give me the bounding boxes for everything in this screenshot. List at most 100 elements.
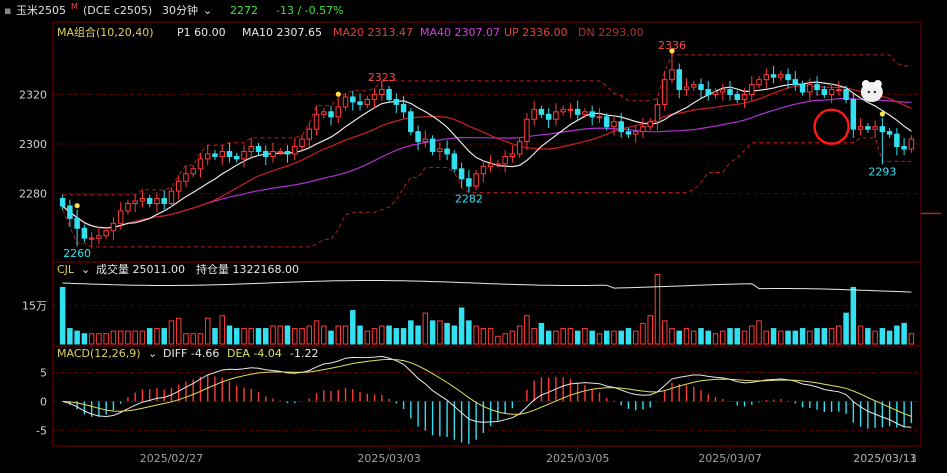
volume-bar [705, 330, 712, 345]
candle [371, 88, 378, 109]
volume-bar [799, 328, 806, 345]
volume-bar [299, 328, 305, 345]
date-tick-label: 2025/03/05 [546, 452, 609, 465]
candle [850, 93, 857, 138]
diff-line [62, 355, 912, 428]
candle [139, 189, 146, 208]
candle-body [509, 153, 516, 157]
macd-label[interactable]: MACD(12,26,9) [57, 346, 141, 362]
volume-bar [175, 317, 182, 345]
diff-value: DIFF -4.66 [163, 347, 220, 360]
candle [567, 103, 574, 119]
chevron-down-icon[interactable]: ⌄ [81, 262, 90, 278]
candle [226, 142, 233, 163]
candle-body [778, 74, 784, 78]
open-interest-line [62, 280, 912, 293]
candle-body [582, 111, 588, 115]
candle-body [321, 111, 327, 115]
extreme-label: 2323 [368, 71, 396, 84]
candle-body [270, 150, 276, 157]
menu-icon[interactable]: ▪ [4, 0, 11, 22]
candle [248, 137, 254, 158]
volume-bar [749, 325, 755, 345]
chevron-down-icon[interactable]: ⌄ [203, 0, 212, 22]
volume-bar [255, 328, 262, 345]
volume-bar [647, 315, 653, 345]
volume-bar [277, 325, 284, 345]
volume-bar [814, 328, 820, 345]
volume-bar [669, 328, 675, 345]
volume-bar [836, 325, 842, 345]
price-tick-label: 2280 [19, 188, 47, 201]
candle [705, 80, 712, 101]
volume-bar [538, 322, 545, 345]
candle-body [400, 103, 407, 113]
candle-body [502, 155, 508, 165]
volume-bar [531, 328, 537, 345]
signal-dot [879, 111, 885, 117]
candle [429, 135, 436, 156]
candle-body [618, 121, 624, 133]
candle-body [669, 69, 675, 81]
candle-body [683, 86, 690, 91]
volume-bar [698, 328, 704, 345]
symbol-tag: M [71, 2, 78, 11]
dea-line [62, 358, 912, 417]
candle-body [894, 133, 900, 148]
volume-bar [313, 320, 320, 345]
volume-bar [335, 325, 342, 345]
candle [799, 80, 806, 96]
volume-bar [879, 328, 886, 345]
candle-body [197, 158, 204, 170]
candle [632, 125, 639, 143]
candle [487, 155, 494, 173]
candle-body [451, 153, 458, 170]
candle [509, 145, 516, 163]
candle-body [139, 198, 146, 202]
volume-bar [306, 325, 313, 345]
symbol-name[interactable]: 玉米2505 [16, 0, 66, 22]
candle-body [277, 150, 284, 153]
candle-body [183, 173, 189, 182]
candle-body [444, 148, 450, 155]
volume-bar [690, 330, 697, 345]
candle-body [857, 126, 864, 130]
chevron-down-icon[interactable]: ⌄ [148, 346, 157, 362]
volume-bar [473, 325, 479, 345]
period-select[interactable]: 30分钟 [162, 0, 198, 22]
candle [560, 105, 566, 116]
volume-bar [393, 328, 400, 345]
candle-body [531, 108, 537, 120]
macd-tick-label: 5 [40, 366, 47, 379]
candle-body [524, 118, 530, 143]
macd-legend: MACD(12,26,9) ⌄ DIFF -4.66 DEA -4.04 -1.… [0, 346, 947, 362]
candle [720, 83, 726, 101]
candle-body [865, 126, 871, 130]
candle-body [603, 116, 610, 128]
candle-body [88, 237, 95, 240]
candle [88, 231, 95, 247]
candle [538, 105, 545, 119]
candle [277, 147, 284, 156]
candle-body [567, 108, 574, 111]
candle [183, 165, 189, 188]
candle-body [632, 131, 639, 135]
cjl-label[interactable]: CJL [57, 262, 74, 278]
candle [241, 145, 247, 168]
candle [408, 108, 414, 136]
candle-body [487, 163, 494, 167]
ma-group-label[interactable]: MA组合(10,20,40) [57, 25, 154, 41]
candle [516, 137, 523, 158]
candle [596, 108, 603, 123]
volume-bar [480, 328, 487, 345]
volume-bar [821, 328, 828, 345]
candle [807, 78, 813, 101]
extreme-label: 2293 [868, 165, 896, 178]
extreme-label: 2260 [63, 247, 91, 260]
chart-canvas[interactable]: 2280230023202260232322822336229315万50-52… [0, 0, 947, 473]
candle [74, 209, 80, 244]
candle [495, 160, 501, 168]
candle-body [698, 84, 704, 91]
candle-body [720, 89, 726, 93]
candle [357, 93, 363, 111]
